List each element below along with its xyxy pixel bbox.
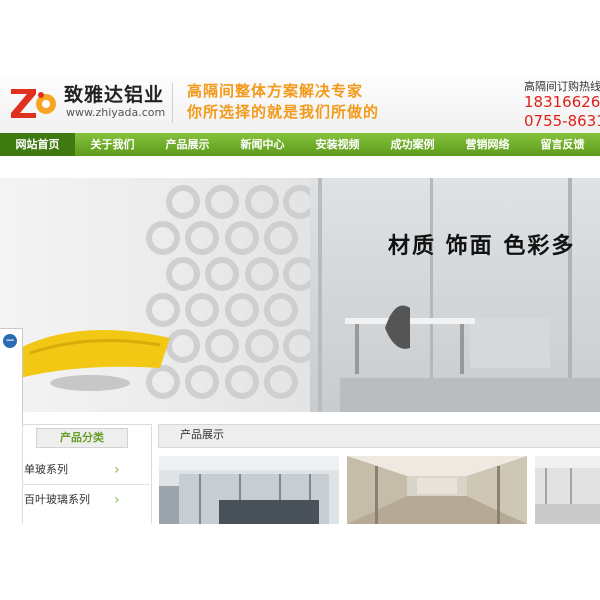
floating-side-panel bbox=[0, 328, 23, 526]
slogan-line-1: 高隔间整体方案解决专家 bbox=[187, 82, 364, 100]
site-header: 致雅达铝业 www.zhiyada.com 高隔间整体方案解决专家 你所选择的就… bbox=[0, 75, 600, 134]
brand-website: www.zhiyada.com bbox=[66, 106, 166, 119]
products-title-bar bbox=[158, 424, 600, 448]
category-item-single-glass[interactable]: 单玻系列 › bbox=[22, 456, 150, 484]
nav-item-news[interactable]: 新闻中心 bbox=[225, 133, 300, 156]
nav-item-home[interactable]: 网站首页 bbox=[0, 133, 75, 156]
category-item-louver-glass[interactable]: 百叶玻璃系列 › bbox=[22, 486, 150, 514]
category-label: 单玻系列 bbox=[24, 463, 68, 476]
category-title: 产品分类 bbox=[36, 428, 128, 448]
nav-item-install-video[interactable]: 安装视频 bbox=[300, 133, 375, 156]
nav-item-products[interactable]: 产品展示 bbox=[150, 133, 225, 156]
bottom-blank-area bbox=[0, 524, 600, 600]
nav-gap bbox=[0, 156, 600, 178]
nav-item-feedback[interactable]: 留言反馈 bbox=[525, 133, 600, 156]
category-label: 百叶玻璃系列 bbox=[24, 493, 90, 506]
product-thumbnail-2[interactable] bbox=[347, 456, 527, 524]
nav-item-cases[interactable]: 成功案例 bbox=[375, 133, 450, 156]
chevron-right-icon: › bbox=[114, 462, 120, 478]
top-blank-area bbox=[0, 0, 600, 75]
banner-office-image bbox=[0, 178, 600, 412]
banner-headline: 材质 饰面 色彩多 bbox=[388, 234, 576, 259]
product-thumbnail-3[interactable] bbox=[535, 456, 600, 524]
office-corridor-image bbox=[347, 456, 527, 524]
chevron-right-icon: › bbox=[114, 492, 120, 508]
minus-circle-icon[interactable]: − bbox=[3, 334, 17, 348]
nav-item-sales-network[interactable]: 营销网络 bbox=[450, 133, 525, 156]
office-interior-image bbox=[535, 456, 600, 524]
main-nav: 网站首页 关于我们 产品展示 新闻中心 安装视频 成功案例 营销网络 留言反馈 bbox=[0, 133, 600, 156]
brand-name[interactable]: 致雅达铝业 bbox=[64, 80, 164, 107]
slogan-line-2: 你所选择的就是我们所做的 bbox=[187, 103, 380, 121]
products-title: 产品展示 bbox=[180, 428, 224, 441]
hotline-label: 高隔间订购热线 bbox=[524, 80, 600, 93]
zyd-logo-icon[interactable] bbox=[8, 83, 58, 123]
hotline-phone-landline: 0755-8631 bbox=[524, 112, 600, 130]
product-thumbnail-1[interactable] bbox=[159, 456, 339, 524]
hero-banner[interactable]: 材质 饰面 色彩多 bbox=[0, 178, 600, 412]
nav-item-about[interactable]: 关于我们 bbox=[75, 133, 150, 156]
header-divider bbox=[172, 83, 173, 123]
hotline-phone-mobile: 18316626 bbox=[524, 93, 600, 111]
office-partition-image bbox=[159, 456, 339, 524]
category-divider bbox=[22, 484, 150, 485]
